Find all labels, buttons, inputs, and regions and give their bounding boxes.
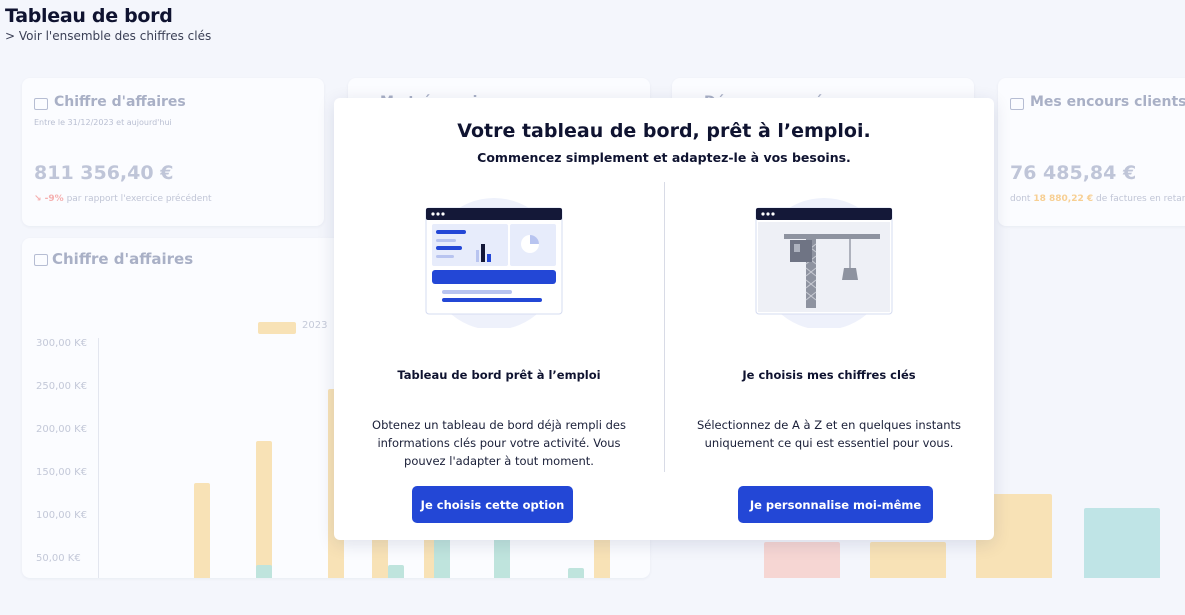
chart-bar-secondary — [568, 568, 584, 578]
secondary-chart-bar — [764, 542, 840, 578]
option-customize-title: Je choisis mes chiffres clés — [742, 368, 916, 382]
chart-bar-secondary — [434, 534, 450, 578]
chart-bar-secondary — [256, 564, 272, 578]
secondary-chart-bar — [1084, 508, 1160, 578]
revenue-card: Chiffre d'affaires Entre le 31/12/2023 e… — [22, 78, 324, 226]
option-ready-description: Obtenez un tableau de bord déjà rempli d… — [354, 416, 644, 470]
dashboard-illustration — [425, 198, 563, 328]
modal-subtitle: Commencez simplement et adaptez-le à vos… — [477, 150, 851, 165]
outstanding-suffix: de factures en retard — [1096, 194, 1185, 204]
customize-myself-button[interactable]: Je personnalise moi-même — [738, 486, 933, 523]
chart-bar-2023 — [256, 440, 272, 578]
option-ready-title: Tableau de bord prêt à l’emploi — [397, 368, 601, 382]
option-ready-desc-line: informations clés pour votre activité. V… — [377, 436, 621, 450]
outstanding-prefix: dont — [1010, 194, 1031, 204]
outstanding-card: Mes encours clients 76 485,84 € dont 18 … — [998, 78, 1185, 226]
page-title: Tableau de bord — [5, 5, 173, 27]
outstanding-card-value: 76 485,84 € — [1010, 162, 1137, 184]
option-ready-dashboard: Tableau de bord prêt à l’emploi Obtenez … — [334, 182, 664, 540]
modal-title: Votre tableau de bord, prêt à l’emploi. — [457, 120, 871, 142]
secondary-chart-bar — [870, 542, 946, 578]
chart-bar-secondary — [494, 534, 510, 578]
revenue-card-delta: ↘ -9% par rapport l'exercice précédent — [34, 194, 212, 204]
see-all-link[interactable]: > Voir l'ensemble des chiffres clés — [5, 29, 211, 43]
choose-ready-option-button[interactable]: Je choisis cette option — [412, 486, 573, 523]
chart-bar-secondary — [388, 565, 404, 578]
option-customize-desc-line: Sélectionnez de A à Z et en quelques ins… — [696, 418, 962, 432]
option-customize-desc-line: uniquement ce qui est essentiel pour vou… — [704, 436, 954, 450]
revenue-card-period: Entre le 31/12/2023 et aujourd'hui — [34, 118, 172, 127]
option-ready-desc-line: pouvez l'adapter à tout moment. — [404, 454, 594, 468]
onboarding-modal: Votre tableau de bord, prêt à l’emploi. … — [334, 98, 994, 540]
option-ready-desc-line: Obtenez un tableau de bord déjà rempli d… — [372, 418, 626, 432]
revenue-card-value: 811 356,40 € — [34, 162, 174, 184]
crane-illustration — [755, 198, 893, 328]
outstanding-card-title: Mes encours clients — [1030, 94, 1185, 110]
outstanding-late-amount: 18 880,22 € — [1033, 194, 1094, 204]
revenue-icon — [34, 98, 48, 110]
page-header: Tableau de bord > Voir l'ensemble des ch… — [5, 5, 211, 43]
revenue-delta-value: ↘ -9% — [34, 194, 64, 204]
chart-bar-2023 — [594, 538, 610, 578]
revenue-card-title: Chiffre d'affaires — [54, 94, 186, 110]
outstanding-card-detail: dont 18 880,22 € de factures en retard — [1010, 194, 1185, 204]
revenue-delta-text: par rapport l'exercice précédent — [66, 194, 212, 204]
outstanding-icon — [1010, 98, 1024, 110]
option-customize-description: Sélectionnez de A à Z et en quelques ins… — [684, 416, 974, 452]
option-customize: Je choisis mes chiffres clés Sélectionne… — [664, 182, 994, 540]
chart-bar-2023 — [194, 482, 210, 578]
